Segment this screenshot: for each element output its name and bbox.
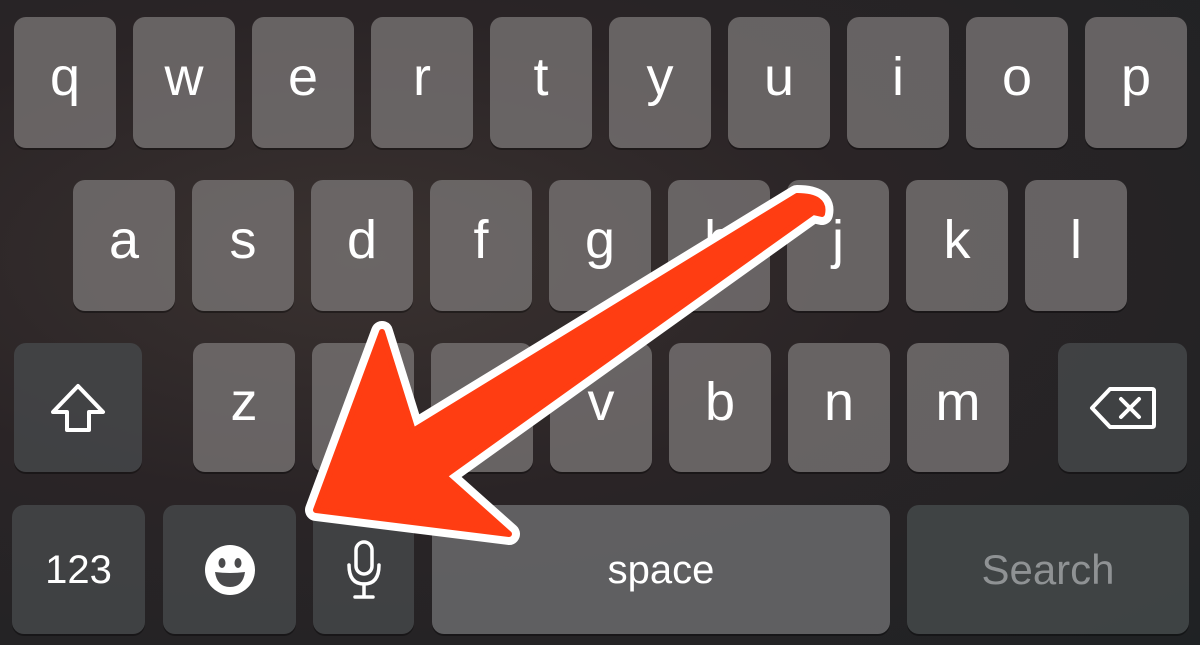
microphone-icon: [344, 539, 384, 601]
key-m[interactable]: m: [907, 343, 1009, 472]
search-key[interactable]: Search: [907, 505, 1189, 634]
key-z[interactable]: z: [193, 343, 295, 472]
key-i[interactable]: i: [847, 17, 949, 148]
key-u[interactable]: u: [728, 17, 830, 148]
space-key[interactable]: space: [432, 505, 890, 634]
key-p[interactable]: p: [1085, 17, 1187, 148]
key-l[interactable]: l: [1025, 180, 1127, 311]
key-h[interactable]: h: [668, 180, 770, 311]
key-v[interactable]: v: [550, 343, 652, 472]
key-g[interactable]: g: [549, 180, 651, 311]
key-a[interactable]: a: [73, 180, 175, 311]
backspace-key[interactable]: [1058, 343, 1187, 472]
key-d[interactable]: d: [311, 180, 413, 311]
key-f[interactable]: f: [430, 180, 532, 311]
key-k[interactable]: k: [906, 180, 1008, 311]
key-x[interactable]: x: [312, 343, 414, 472]
backspace-icon: [1088, 385, 1158, 431]
key-r[interactable]: r: [371, 17, 473, 148]
emoji-key[interactable]: [163, 505, 296, 634]
key-e[interactable]: e: [252, 17, 354, 148]
key-s[interactable]: s: [192, 180, 294, 311]
key-j[interactable]: j: [787, 180, 889, 311]
numbers-key[interactable]: 123: [12, 505, 145, 634]
emoji-icon: [203, 543, 257, 597]
shift-icon: [49, 382, 107, 434]
key-o[interactable]: o: [966, 17, 1068, 148]
keyboard: q w e r t y u i o p a s d f g h j k l z …: [0, 0, 1200, 645]
key-b[interactable]: b: [669, 343, 771, 472]
dictation-key[interactable]: [313, 505, 414, 634]
key-n[interactable]: n: [788, 343, 890, 472]
shift-key[interactable]: [14, 343, 142, 472]
key-t[interactable]: t: [490, 17, 592, 148]
key-q[interactable]: q: [14, 17, 116, 148]
key-w[interactable]: w: [133, 17, 235, 148]
key-c[interactable]: c: [431, 343, 533, 472]
key-y[interactable]: y: [609, 17, 711, 148]
